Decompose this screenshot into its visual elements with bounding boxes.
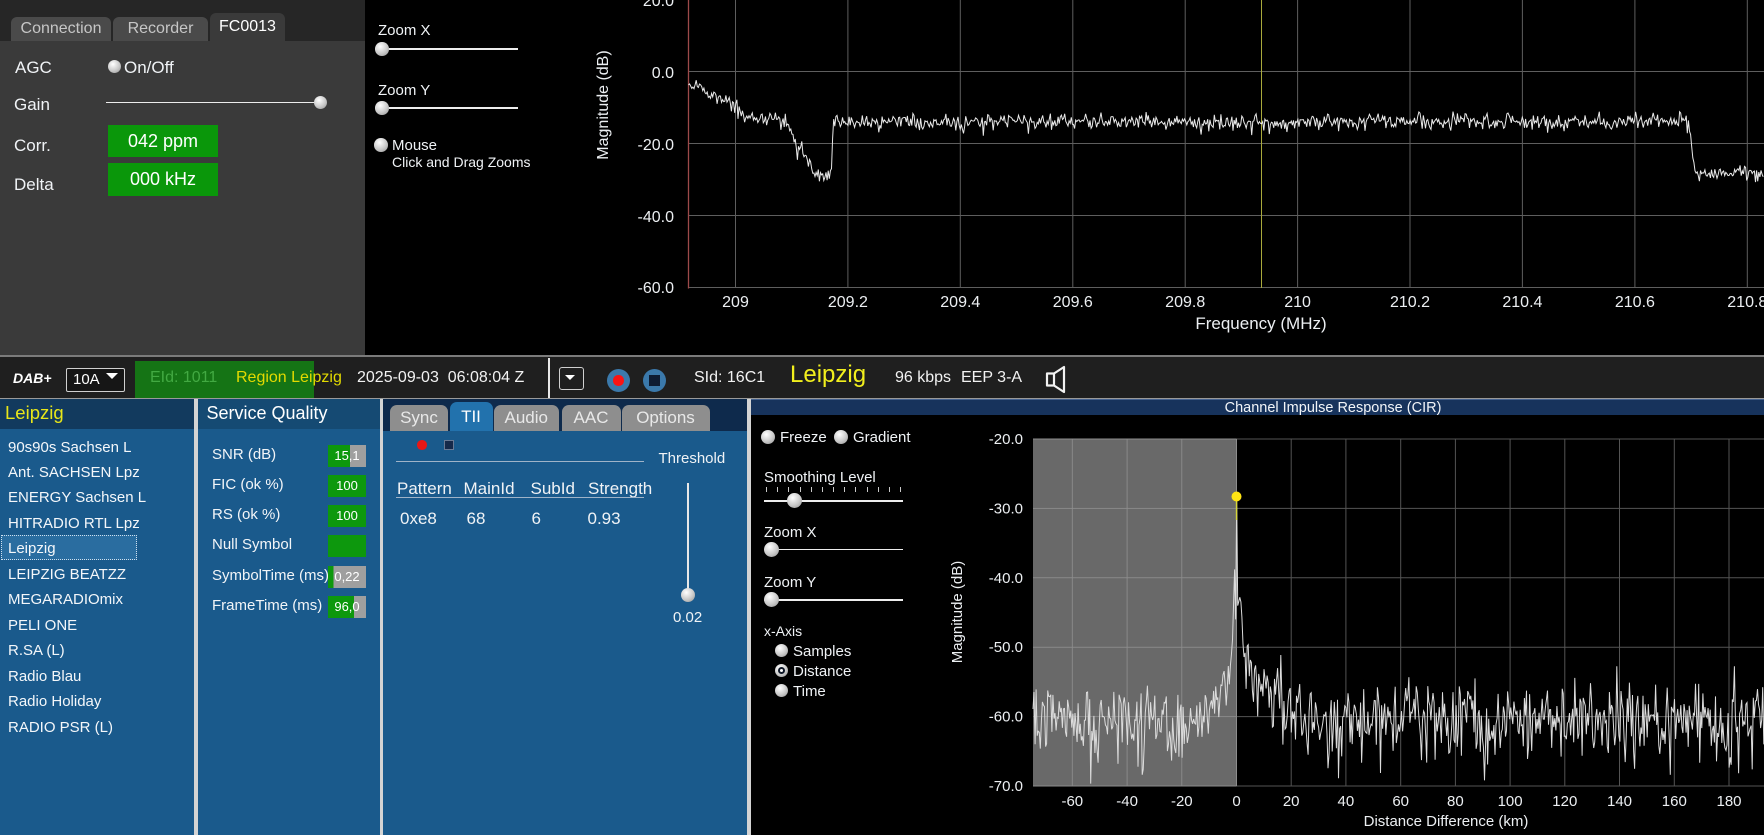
svg-text:0: 0	[1232, 793, 1240, 810]
svg-text:209.4: 209.4	[940, 294, 980, 311]
svg-text:-30.0: -30.0	[989, 500, 1023, 517]
svg-text:-70.0: -70.0	[989, 778, 1023, 795]
svg-text:Distance Difference (km): Distance Difference (km)	[1364, 813, 1529, 830]
svg-text:-40: -40	[1116, 793, 1138, 810]
svg-text:140: 140	[1607, 793, 1632, 810]
svg-text:210.6: 210.6	[1615, 294, 1655, 311]
svg-text:209.2: 209.2	[828, 294, 868, 311]
svg-text:100: 100	[1498, 793, 1523, 810]
svg-text:-60.0: -60.0	[989, 709, 1023, 726]
svg-text:160: 160	[1662, 793, 1687, 810]
svg-text:-20.0: -20.0	[638, 137, 675, 154]
svg-text:Frequency (MHz): Frequency (MHz)	[1195, 314, 1326, 333]
svg-text:-60.0: -60.0	[638, 280, 675, 297]
svg-text:80: 80	[1447, 793, 1464, 810]
svg-text:0.0: 0.0	[652, 65, 674, 82]
svg-text:-60: -60	[1061, 793, 1083, 810]
svg-text:-20: -20	[1171, 793, 1193, 810]
svg-text:210.2: 210.2	[1390, 294, 1430, 311]
svg-text:20: 20	[1283, 793, 1300, 810]
svg-text:210.8: 210.8	[1727, 294, 1764, 311]
svg-text:209.8: 209.8	[1165, 294, 1205, 311]
svg-text:210: 210	[1284, 294, 1311, 311]
svg-text:Magnitude (dB): Magnitude (dB)	[595, 50, 612, 159]
svg-text:180: 180	[1716, 793, 1741, 810]
svg-text:210.4: 210.4	[1502, 294, 1542, 311]
svg-text:20.0: 20.0	[643, 0, 674, 10]
svg-text:-50.0: -50.0	[989, 639, 1023, 656]
svg-text:-40.0: -40.0	[638, 209, 675, 226]
svg-text:40: 40	[1338, 793, 1355, 810]
svg-text:-40.0: -40.0	[989, 570, 1023, 587]
svg-text:120: 120	[1552, 793, 1577, 810]
svg-text:209: 209	[722, 294, 749, 311]
svg-text:-20.0: -20.0	[989, 431, 1023, 448]
svg-text:60: 60	[1392, 793, 1409, 810]
svg-text:209.6: 209.6	[1053, 294, 1093, 311]
svg-text:Magnitude (dB): Magnitude (dB)	[949, 561, 966, 664]
